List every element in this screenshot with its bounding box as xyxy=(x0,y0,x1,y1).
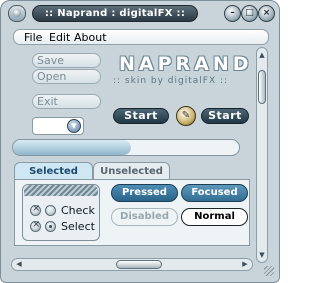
scroll-right-icon[interactable]: ▶ xyxy=(240,259,250,270)
vertical-scrollbar[interactable]: ▲ ▼ xyxy=(256,47,268,263)
disabled-button: Disabled xyxy=(111,208,178,226)
minimize-button[interactable]: – xyxy=(224,5,241,22)
menu-edit[interactable]: Edit xyxy=(49,31,70,44)
horizontal-scroll-thumb[interactable] xyxy=(116,260,162,269)
menu-file[interactable]: File xyxy=(24,31,42,44)
radio-button[interactable] xyxy=(30,219,41,232)
scroll-up-icon[interactable]: ▲ xyxy=(258,50,266,60)
open-button[interactable]: Open xyxy=(32,69,101,84)
progress-fill xyxy=(13,140,131,155)
tab-selected[interactable]: Selected xyxy=(14,162,93,180)
check-label: Check xyxy=(61,204,95,217)
menu-bar: File Edit About xyxy=(13,29,269,45)
check-box[interactable] xyxy=(30,203,41,216)
title-bar[interactable]: :: Naprand : digitalFX :: – □ × xyxy=(4,3,276,25)
window-title: :: Naprand : digitalFX :: xyxy=(32,5,198,22)
group-header-stripe xyxy=(24,185,98,196)
normal-button[interactable]: Normal xyxy=(181,208,248,226)
scroll-down-icon[interactable]: ▼ xyxy=(258,250,266,260)
pressed-button[interactable]: Pressed xyxy=(111,184,178,202)
horizontal-scrollbar[interactable]: ◀ ▶ xyxy=(11,258,253,271)
exit-button[interactable]: Exit xyxy=(32,94,101,109)
focused-button[interactable]: Focused xyxy=(181,184,248,202)
app-window: :: Naprand : digitalFX :: – □ × File Edi… xyxy=(0,0,280,283)
close-button[interactable]: × xyxy=(258,5,275,22)
start-button-right[interactable]: Start xyxy=(201,108,249,124)
save-button[interactable]: Save xyxy=(32,53,101,68)
check-box-alt[interactable] xyxy=(45,205,56,216)
vertical-scroll-thumb[interactable] xyxy=(258,70,266,104)
tab-unselected[interactable]: Unselected xyxy=(93,162,170,180)
resize-grip-icon[interactable] xyxy=(264,266,274,276)
progress-bar xyxy=(12,139,240,156)
pencil-icon[interactable]: ✎ xyxy=(176,106,196,126)
chevron-down-icon[interactable]: ▼ xyxy=(67,119,81,133)
select-label: Select xyxy=(61,220,95,233)
menu-about[interactable]: About xyxy=(74,31,107,44)
logo-subtitle: :: skin by digitalFX :: xyxy=(113,76,229,86)
app-icon[interactable] xyxy=(8,5,26,22)
combo-box[interactable]: ▼ xyxy=(32,117,84,135)
start-button-left[interactable]: Start xyxy=(113,108,169,124)
logo-text: NAPRAND xyxy=(119,53,253,75)
maximize-button[interactable]: □ xyxy=(241,5,258,22)
scroll-left-icon[interactable]: ◀ xyxy=(14,259,24,270)
radio-button-selected[interactable] xyxy=(45,221,56,232)
